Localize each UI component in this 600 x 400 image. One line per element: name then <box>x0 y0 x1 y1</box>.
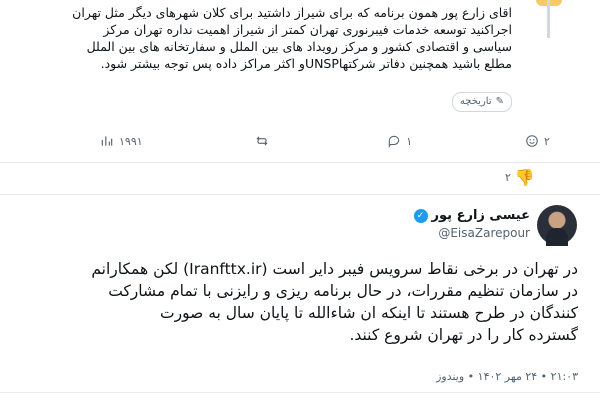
views-button[interactable]: ۱۹۹۱ <box>100 134 143 148</box>
author-name-row[interactable]: عیسی زارع پور ✓ <box>413 208 530 223</box>
smile-icon <box>526 135 538 147</box>
reply-count: ۱ <box>406 134 413 148</box>
pencil-icon: ✎ <box>495 96 504 107</box>
verified-badge-icon: ✓ <box>413 208 428 223</box>
reply-line: مطلع باشید همچنین دفاتر شرکتهاUNSPو اکثر… <box>100 56 512 71</box>
tweet-line: در تهران در برخی نقاط سرویس فیبر دایر اس… <box>91 260 578 278</box>
thread-line <box>547 0 550 38</box>
reply-line: سیاسی و اقتصادی کشور و مرکز رویداد های ب… <box>86 39 512 54</box>
reply-line: اجراکنید توسعه خدمات فیبرنوری تهران کمتر… <box>103 22 512 37</box>
tweet-line: در سازمان تنظیم مقررات، در حال برنامه ری… <box>108 282 578 300</box>
views-count: ۱۹۹۱ <box>119 134 143 148</box>
reply-button[interactable]: ۱ <box>387 134 412 148</box>
views-icon <box>101 136 113 146</box>
display-name[interactable]: عیسی زارع پور <box>432 208 530 223</box>
divider <box>0 162 600 163</box>
like-button[interactable]: ۲ <box>525 134 550 148</box>
tweet-line: گسترده کار را در تهران شروع کنند. <box>349 326 578 344</box>
thumbs-down-icon: 👎 <box>514 168 535 187</box>
reply-action-bar: ۱۹۹۱ ۱ ۲ <box>100 130 550 152</box>
tweet-text: در تهران در برخی نقاط سرویس فیبر دایر اس… <box>18 258 578 346</box>
divider <box>0 194 600 195</box>
reply-line: اقای زارع پور همون برنامه که برای شیراز … <box>72 5 512 20</box>
tweet-line: کنندگان در طرح هستند تا اینکه ان شاءالله… <box>160 304 578 322</box>
like-count: ۲ <box>544 134 550 148</box>
reply-text: اقای زارع پور همون برنامه که برای شیراز … <box>62 4 512 72</box>
history-button[interactable]: ✎ تاریخچه <box>451 92 512 112</box>
avatar-figure <box>546 228 568 246</box>
retweet-icon <box>257 136 268 146</box>
reply-icon <box>389 135 400 148</box>
user-handle[interactable]: @EisaZarepour <box>438 226 530 240</box>
retweet-button[interactable] <box>255 134 274 148</box>
divider <box>0 392 600 393</box>
reaction-count: ۲ <box>505 171 511 184</box>
reaction-badge[interactable]: ۲ 👎 <box>505 168 535 187</box>
history-label: تاریخچه <box>459 96 492 107</box>
tweet-metadata[interactable]: ۲۱:۰۳ • ۲۴ مهر ۱۴۰۲ • ویندوز <box>436 370 578 383</box>
